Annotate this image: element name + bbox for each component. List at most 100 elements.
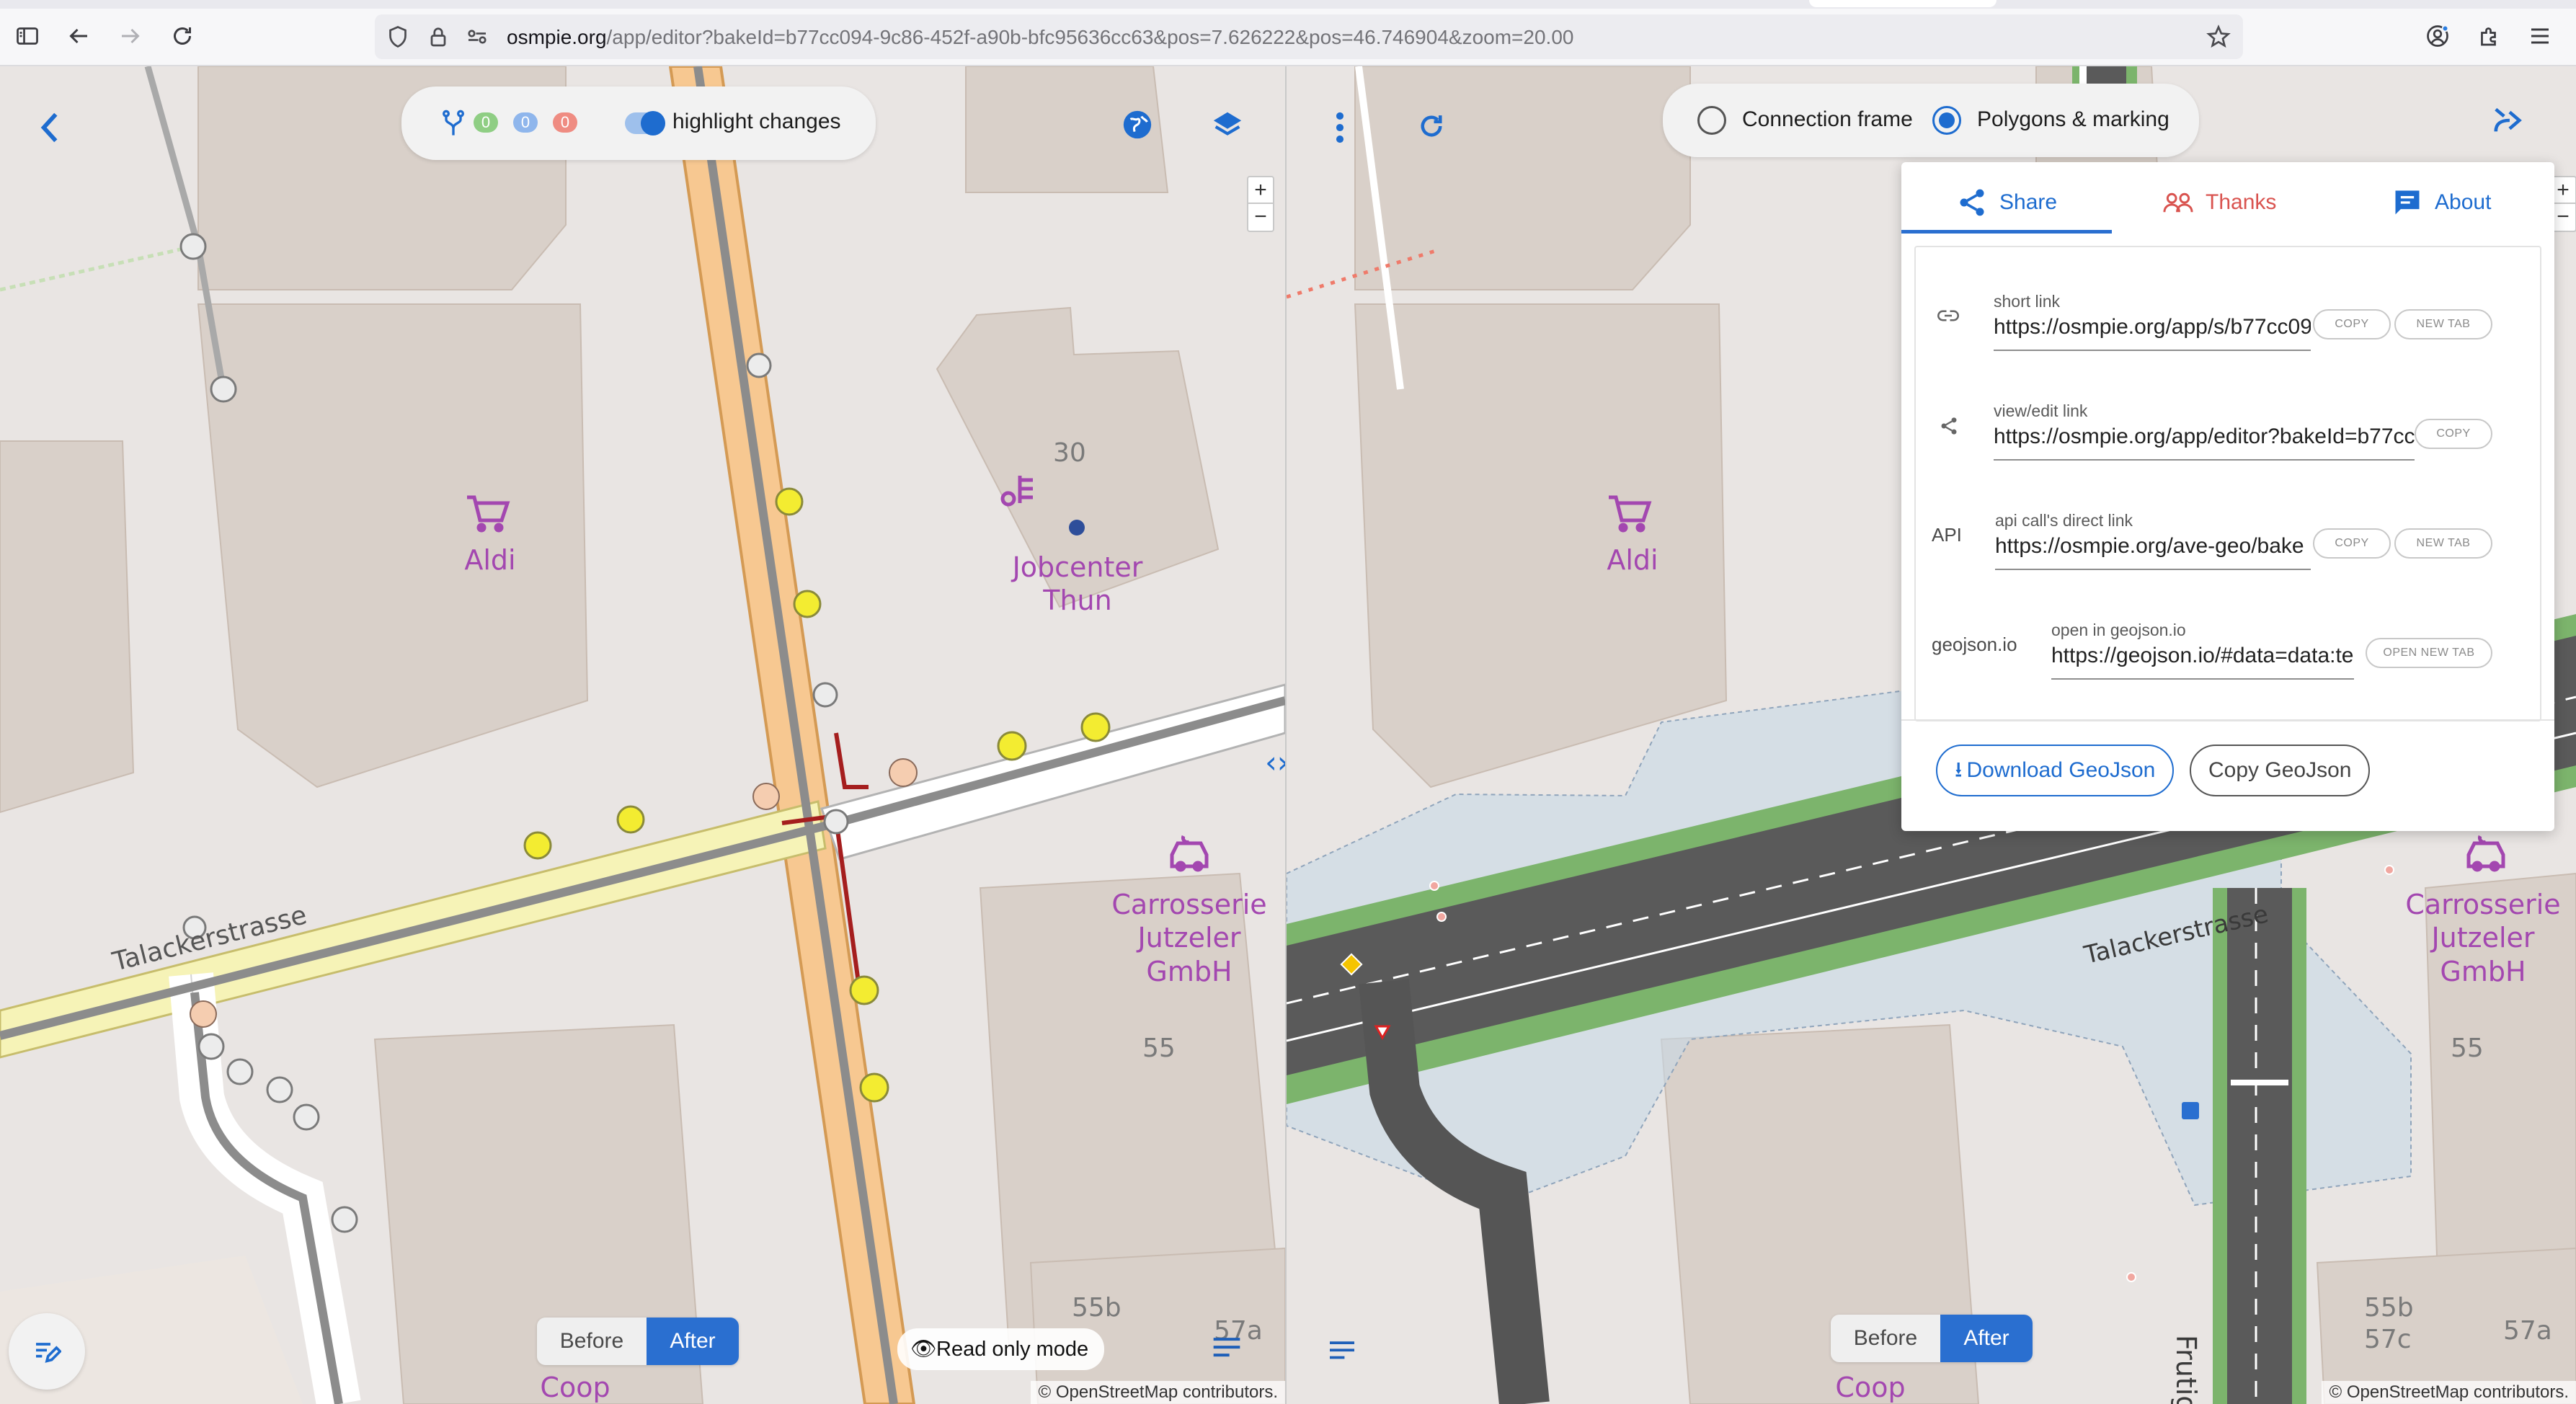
menu-icon[interactable] — [2520, 16, 2560, 56]
zoom-out-button[interactable]: − — [2551, 204, 2575, 231]
read-only-label: Read only mode — [936, 1338, 1089, 1361]
share-icon — [1960, 189, 1984, 216]
connection-frame-radio[interactable] — [1697, 106, 1726, 135]
counter-deleted: 0 — [553, 112, 577, 133]
api-link-row: API api call's direct link https://osmpi… — [1916, 481, 2543, 574]
tab-share[interactable]: Share — [1956, 177, 2057, 228]
house-number: 30 — [1053, 438, 1086, 468]
new-tab-button[interactable]: NEW TAB — [2394, 309, 2492, 339]
poi-coop: Coop — [1835, 1372, 1906, 1403]
counter-added: 0 — [474, 112, 498, 133]
geojson-io-row: geojson.io open in geojson.io https://ge… — [1916, 590, 2543, 684]
edit-notes-button[interactable] — [9, 1313, 85, 1390]
open-new-tab-button[interactable]: OPEN NEW TAB — [2366, 638, 2492, 668]
active-tab-indicator — [1901, 230, 2112, 234]
collapse-arrows-icon[interactable]: ‹› — [1265, 745, 1285, 780]
poi-carrosserie: Carrosserie Jutzeler GmbH — [1111, 889, 1267, 987]
zoom-out-button[interactable]: − — [1248, 204, 1273, 231]
zoom-control: + − — [1247, 176, 1274, 232]
geojson-io-lead-label: geojson.io — [1932, 634, 2017, 655]
map-pane-left[interactable]: Talackerstrasse ‹› Aldi Jobcenter Thun C… — [0, 66, 1285, 1404]
refresh-icon[interactable] — [1416, 111, 1447, 141]
changes-toolbar: 0 0 0 highlight changes — [401, 86, 876, 160]
share-route-icon[interactable] — [2492, 104, 2525, 137]
api-link-label: api call's direct link — [1995, 511, 2133, 530]
people-icon — [2163, 192, 2193, 213]
download-geojson-button[interactable]: ⭳ Download GeoJson — [1936, 745, 2175, 796]
base-map-left[interactable]: Talackerstrasse ‹› — [0, 66, 1285, 1404]
permissions-icon[interactable] — [464, 24, 490, 50]
before-button[interactable]: Before — [537, 1318, 647, 1365]
car-repair-icon — [1170, 835, 1209, 872]
copy-button[interactable]: COPY — [2313, 528, 2391, 559]
share-links-card: short link https://osmpie.org/app/s/b77c… — [1914, 246, 2541, 721]
zoom-in-button[interactable]: + — [2551, 177, 2575, 204]
active-tab[interactable] — [1809, 0, 1997, 7]
url-text[interactable]: osmpie.org/app/editor?bakeId=b77cc094-9c… — [507, 26, 1573, 49]
house-number: 55 — [1142, 1034, 1176, 1063]
address-bar[interactable]: osmpie.org/app/editor?bakeId=b77cc094-9c… — [375, 14, 2243, 59]
api-link-field[interactable]: https://osmpie.org/ave-geo/bake — [1995, 534, 2311, 570]
tab-about[interactable]: About — [2391, 177, 2491, 228]
vertical-road-name: Frutiger — [2170, 1335, 2202, 1404]
zoom-in-button[interactable]: + — [1248, 177, 1273, 204]
legend-icon[interactable] — [1327, 1339, 1357, 1364]
house-number: 57a — [2503, 1316, 2552, 1346]
read-only-badge: 👁Read only mode — [897, 1328, 1105, 1370]
lock-icon[interactable] — [425, 24, 451, 50]
highlight-changes-label: highlight changes — [672, 110, 841, 133]
after-button[interactable]: After — [647, 1318, 739, 1365]
merge-icon[interactable] — [439, 108, 468, 138]
geojson-io-field[interactable]: https://geojson.io/#data=data:text — [2051, 644, 2354, 680]
more-vertical-icon[interactable] — [1334, 111, 1346, 144]
short-link-row: short link https://osmpie.org/app/s/b77c… — [1916, 262, 2543, 355]
extensions-icon[interactable] — [2469, 16, 2510, 56]
poi-coop: Coop — [540, 1372, 610, 1403]
geojson-io-label: open in geojson.io — [2051, 621, 2186, 639]
bookmark-star-icon[interactable] — [2206, 24, 2231, 50]
tab-thanks[interactable]: Thanks — [2162, 177, 2276, 228]
highlight-changes-toggle[interactable] — [625, 111, 665, 135]
download-icon: ⭳ — [1955, 758, 1963, 782]
copy-geojson-button[interactable]: Copy GeoJson — [2190, 745, 2371, 796]
back-chevron-icon[interactable] — [37, 110, 62, 146]
url-path: /app/editor?bakeId=b77cc094-9c86-452f-a9… — [606, 26, 1574, 48]
poi-carrosserie: Carrosserie Jutzeler GmbH — [2405, 889, 2561, 987]
track-line — [0, 244, 194, 292]
after-button[interactable]: After — [1940, 1315, 2033, 1362]
reload-icon[interactable] — [162, 16, 203, 56]
map-attribution[interactable]: © OpenStreetMap contributors. — [2322, 1381, 2576, 1404]
polygons-marking-radio[interactable] — [1932, 106, 1961, 135]
sidebar-toggle-icon[interactable] — [7, 16, 48, 56]
account-icon[interactable] — [2417, 16, 2458, 56]
tab-strip — [0, 0, 2576, 9]
globe-icon[interactable] — [1121, 108, 1154, 141]
download-geojson-label: Download GeoJson — [1966, 758, 2156, 782]
office-pin[interactable] — [1069, 520, 1085, 536]
forward-arrow-icon[interactable] — [110, 16, 151, 56]
map-attribution[interactable]: © OpenStreetMap contributors. — [1031, 1381, 1285, 1404]
short-link-field[interactable]: https://osmpie.org/app/s/b77cc094 — [1994, 315, 2311, 351]
copy-button[interactable]: COPY — [2313, 309, 2391, 339]
shield-icon[interactable] — [385, 24, 411, 50]
before-button[interactable]: Before — [1831, 1315, 1940, 1362]
browser-toolbar: osmpie.org/app/editor?bakeId=b77cc094-9c… — [0, 0, 2576, 66]
link-icon — [1937, 310, 1959, 321]
bicycle-sign-icon[interactable] — [2182, 1102, 2199, 1119]
view-edit-link-field[interactable]: https://osmpie.org/app/editor?bakeId=b77… — [1994, 425, 2415, 461]
back-arrow-icon[interactable] — [58, 16, 99, 56]
copy-button[interactable]: COPY — [2415, 419, 2492, 449]
share-icon — [1941, 417, 1957, 435]
tab-about-label: About — [2435, 190, 2492, 214]
layers-icon[interactable] — [1211, 108, 1244, 141]
message-icon — [2395, 190, 2420, 215]
new-tab-button[interactable]: NEW TAB — [2394, 528, 2492, 559]
poi-jobcenter: Jobcenter Thun — [1012, 551, 1143, 617]
before-after-toggle: Before After — [1831, 1315, 2033, 1362]
way-primary — [693, 66, 898, 1404]
road-vertical[interactable] — [2227, 888, 2292, 1404]
house-number: 55 — [2451, 1034, 2484, 1063]
view-edit-link-label: view/edit link — [1994, 401, 2088, 420]
tab-share-label: Share — [1999, 190, 2058, 214]
legend-icon[interactable] — [1211, 1335, 1243, 1362]
